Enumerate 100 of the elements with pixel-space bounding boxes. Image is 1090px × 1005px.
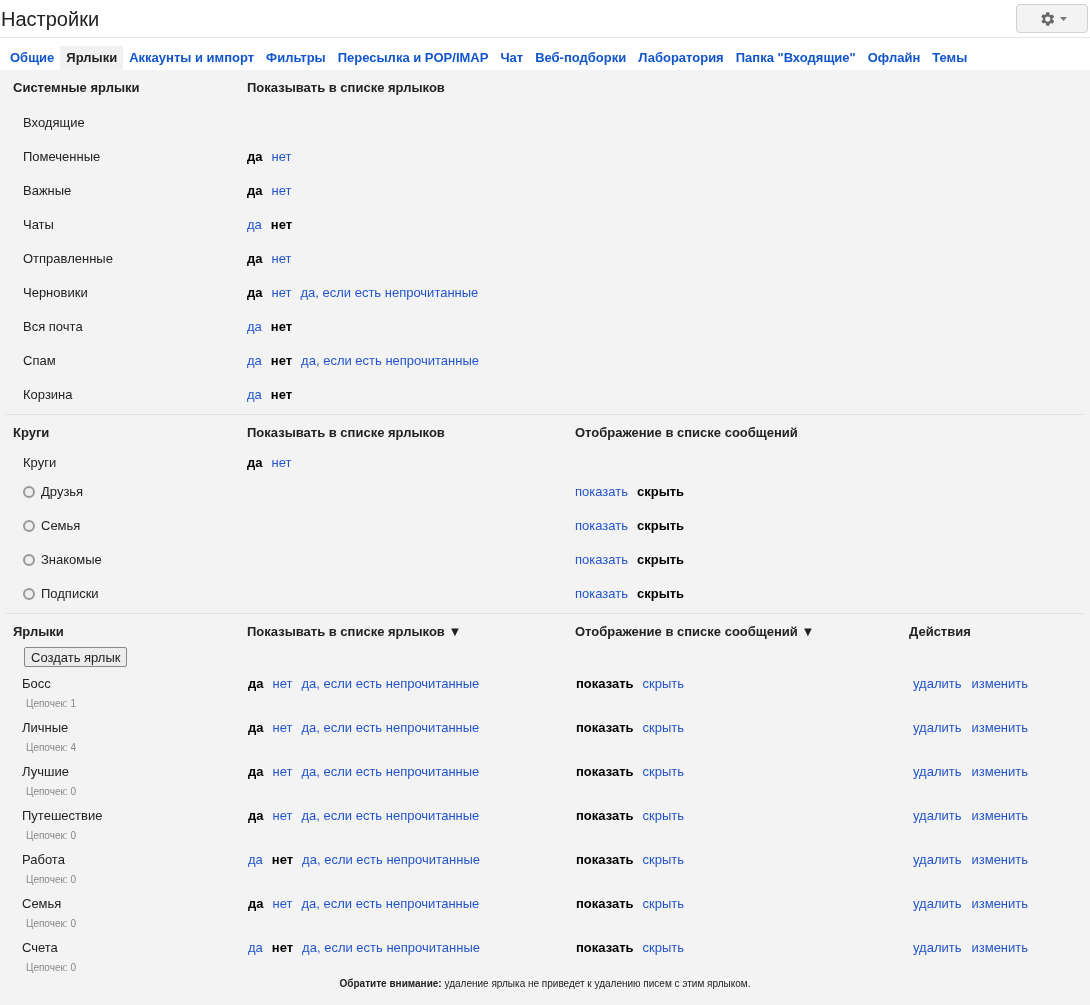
action-link[interactable]: удалить — [913, 937, 962, 957]
option-link[interactable]: да — [247, 215, 262, 235]
action-link[interactable]: изменить — [971, 761, 1029, 781]
selected-option[interactable]: да — [248, 893, 264, 913]
selected-option[interactable]: скрыть — [636, 550, 685, 570]
option-link[interactable]: да, если есть непрочитанные — [301, 351, 480, 371]
settings-tab[interactable]: Темы — [926, 46, 974, 70]
option-link[interactable]: скрыть — [642, 761, 685, 781]
action-link[interactable]: удалить — [913, 761, 962, 781]
action-link[interactable]: изменить — [971, 849, 1029, 869]
selected-option[interactable]: да — [248, 673, 264, 693]
selected-option[interactable]: да — [247, 249, 263, 269]
selected-option[interactable]: показать — [576, 849, 634, 869]
option-link[interactable]: да, если есть непрочитанные — [301, 717, 480, 737]
selected-option[interactable]: нет — [271, 937, 294, 957]
selected-option[interactable]: нет — [270, 215, 293, 235]
action-link[interactable]: удалить — [913, 717, 962, 737]
selected-option[interactable]: скрыть — [636, 482, 685, 502]
option-link[interactable]: да, если есть непрочитанные — [301, 805, 480, 825]
selected-option[interactable]: показать — [576, 893, 634, 913]
selected-option[interactable]: нет — [270, 317, 293, 337]
option-link[interactable]: показать — [575, 550, 628, 570]
selected-option[interactable]: нет — [271, 849, 294, 869]
selected-option[interactable]: да — [248, 805, 264, 825]
selected-option[interactable]: да — [247, 453, 263, 473]
thread-count: Цепочек: 0 — [25, 829, 77, 843]
selected-option[interactable]: показать — [576, 717, 634, 737]
section-heading: Ярлыки — [13, 623, 65, 642]
option-link[interactable]: скрыть — [642, 849, 685, 869]
selected-option[interactable]: нет — [270, 351, 293, 371]
label-name: Важные — [23, 182, 73, 201]
option-link[interactable]: да — [247, 351, 262, 371]
option-link[interactable]: да, если есть непрочитанные — [301, 893, 480, 913]
label-name: Подписки — [41, 585, 99, 604]
settings-tab[interactable]: Лаборатория — [632, 46, 730, 70]
selected-option[interactable]: да — [247, 283, 263, 303]
settings-tab[interactable]: Общие — [4, 46, 61, 70]
selected-option[interactable]: скрыть — [636, 584, 685, 604]
label-name: Отправленные — [23, 250, 114, 269]
option-link[interactable]: нет — [272, 893, 293, 913]
selected-option[interactable]: скрыть — [636, 516, 685, 536]
settings-tab[interactable]: Веб-подборки — [529, 46, 633, 70]
selected-option[interactable]: показать — [576, 673, 634, 693]
action-link[interactable]: удалить — [913, 805, 962, 825]
settings-tab[interactable]: Пересылка и POP/IMAP — [331, 46, 495, 70]
option-link[interactable]: скрыть — [642, 717, 685, 737]
settings-tab[interactable]: Ярлыки — [60, 46, 124, 70]
selected-option[interactable]: показать — [576, 761, 634, 781]
action-link[interactable]: удалить — [913, 893, 962, 913]
option-link[interactable]: нет — [271, 181, 292, 201]
settings-tab[interactable]: Фильтры — [260, 46, 332, 70]
option-link[interactable]: да, если есть непрочитанные — [301, 673, 480, 693]
action-link[interactable]: изменить — [971, 673, 1029, 693]
selected-option[interactable]: показать — [576, 805, 634, 825]
settings-tab[interactable]: Чат — [494, 46, 530, 70]
option-link[interactable]: да — [248, 849, 263, 869]
selected-option[interactable]: нет — [270, 385, 293, 405]
option-link[interactable]: да, если есть непрочитанные — [302, 937, 481, 957]
selected-option[interactable]: показать — [576, 937, 634, 957]
option-link[interactable]: да — [247, 385, 262, 405]
option-link[interactable]: скрыть — [642, 805, 685, 825]
option-link[interactable]: скрыть — [642, 673, 685, 693]
label-name: Круги — [23, 454, 58, 473]
action-link[interactable]: изменить — [971, 717, 1029, 737]
option-link[interactable]: нет — [272, 673, 293, 693]
option-link[interactable]: нет — [271, 147, 292, 167]
action-link[interactable]: удалить — [913, 849, 962, 869]
option-link[interactable]: да — [247, 317, 262, 337]
selected-option[interactable]: да — [247, 147, 263, 167]
option-link[interactable]: да, если есть непрочитанные — [300, 283, 479, 303]
option-link[interactable]: показать — [575, 584, 628, 604]
action-link[interactable]: изменить — [971, 805, 1029, 825]
option-link[interactable]: да, если есть непрочитанные — [302, 849, 481, 869]
option-link[interactable]: нет — [271, 249, 292, 269]
label-name: Вся почта — [23, 318, 84, 337]
settings-tab[interactable]: Офлайн — [861, 46, 927, 70]
action-link[interactable]: изменить — [971, 937, 1029, 957]
option-link[interactable]: да — [248, 937, 263, 957]
settings-button[interactable] — [1016, 4, 1088, 33]
selected-option[interactable]: да — [247, 181, 263, 201]
option-link[interactable]: да, если есть непрочитанные — [301, 761, 480, 781]
thread-count: Цепочек: 1 — [25, 697, 77, 711]
thread-count: Цепочек: 0 — [25, 917, 77, 931]
option-link[interactable]: нет — [272, 717, 293, 737]
action-link[interactable]: изменить — [971, 893, 1029, 913]
label-name: Семья — [41, 517, 81, 536]
option-link[interactable]: скрыть — [642, 893, 685, 913]
action-link[interactable]: удалить — [913, 673, 962, 693]
selected-option[interactable]: да — [248, 761, 264, 781]
option-link[interactable]: показать — [575, 482, 628, 502]
create-label-button[interactable]: Создать ярлык — [24, 647, 128, 667]
option-link[interactable]: нет — [271, 453, 292, 473]
settings-tab[interactable]: Аккаунты и импорт — [123, 46, 261, 70]
settings-tab[interactable]: Папка "Входящие" — [729, 46, 862, 70]
option-link[interactable]: показать — [575, 516, 628, 536]
option-link[interactable]: нет — [271, 283, 292, 303]
selected-option[interactable]: да — [248, 717, 264, 737]
option-link[interactable]: нет — [272, 805, 293, 825]
option-link[interactable]: скрыть — [642, 937, 685, 957]
option-link[interactable]: нет — [272, 761, 293, 781]
